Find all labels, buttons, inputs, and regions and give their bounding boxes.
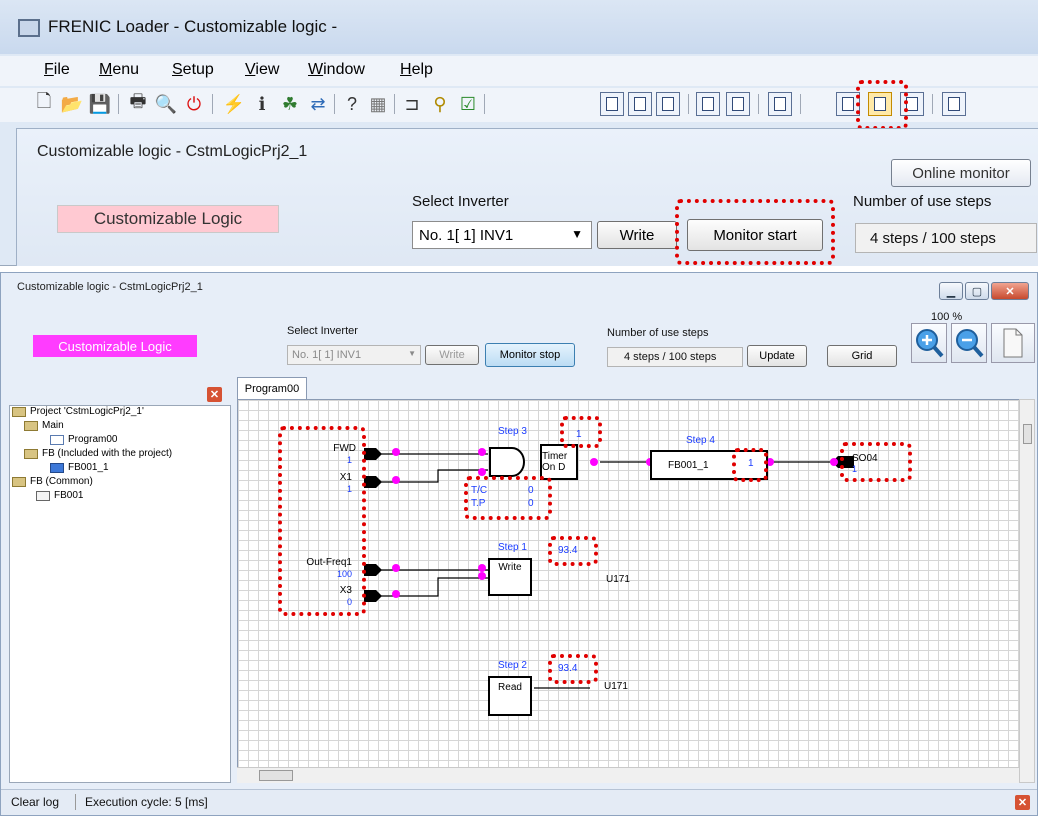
lightning-icon[interactable]: ⚡: [222, 92, 246, 116]
toolbar-separator: [118, 94, 119, 114]
status-bar: Clear log Execution cycle: 5 [ms] ✕: [1, 789, 1037, 815]
toolbar-separator: [758, 94, 759, 114]
customizable-logic-window: Customizable logic - CstmLogicPrj2_1 ▁ ▢…: [0, 272, 1038, 816]
grid-button[interactable]: Grid: [827, 345, 897, 367]
select-inverter-label: Select Inverter: [412, 193, 509, 210]
new-file-icon[interactable]: 🗋: [32, 91, 56, 116]
view-button-icon[interactable]: [628, 92, 652, 116]
menu-menu[interactable]: Menu: [99, 61, 139, 79]
maximize-button[interactable]: ▢: [965, 282, 989, 300]
dropdown-arrow-icon: ▼: [571, 227, 583, 241]
vertical-scrollbar[interactable]: [1019, 399, 1035, 783]
steps-value: 4 steps / 100 steps: [855, 223, 1037, 253]
child-window-zoom: Customizable logic - CstmLogicPrj2_1 Cus…: [16, 128, 1038, 266]
zoomed-app-view: FRENIC Loader - Customizable logic - Fil…: [0, 0, 1038, 266]
inverter-select[interactable]: No. 1[ 1] INV1 ▼: [287, 345, 421, 365]
window-title: Customizable logic - CstmLogicPrj2_1: [17, 281, 203, 293]
toolbar-separator: [800, 94, 801, 114]
status-close-icon[interactable]: ✕: [1015, 795, 1030, 810]
view-button-icon[interactable]: [656, 92, 680, 116]
scroll-thumb[interactable]: [1023, 424, 1032, 444]
app-title: FRENIC Loader - Customizable logic -: [48, 17, 338, 36]
signal-icon[interactable]: ⚲: [428, 92, 452, 116]
write-button[interactable]: Write: [425, 345, 479, 365]
communication-icon[interactable]: ☘: [278, 92, 302, 116]
wire-layer: [364, 447, 854, 689]
network-icon[interactable]: ⇄: [306, 92, 330, 116]
status-separator: [75, 794, 76, 810]
highlight-online-monitor: [856, 80, 908, 130]
power-icon[interactable]: ⏻: [182, 92, 206, 116]
highlight-monitor-start: [675, 199, 835, 265]
print-preview-icon[interactable]: 🔍: [154, 92, 178, 116]
inverter-select[interactable]: No. 1[ 1] INV1 ▼: [412, 221, 592, 249]
inverter-select-value: No. 1[ 1] INV1: [419, 226, 514, 244]
zoom-out-icon: [956, 329, 984, 358]
toolbar-separator: [688, 94, 689, 114]
steps-label: Number of use steps: [607, 327, 709, 339]
toolbar-separator: [334, 94, 335, 114]
upload-icon[interactable]: [726, 92, 750, 116]
zoom-in-button[interactable]: [911, 323, 947, 363]
close-button[interactable]: ✕: [991, 282, 1029, 300]
logic-diagram-canvas[interactable]: [237, 399, 1023, 783]
menu-window[interactable]: Window: [308, 61, 365, 79]
open-folder-icon[interactable]: 📂: [60, 92, 84, 116]
toolbar-separator: [212, 94, 213, 114]
execution-cycle: Execution cycle: 5 [ms]: [85, 795, 208, 809]
zoom-level: 100 %: [931, 311, 963, 323]
help-icon[interactable]: ?: [340, 92, 364, 116]
page-fit-button[interactable]: [991, 323, 1035, 363]
toolbar-separator: [394, 94, 395, 114]
customizable-logic-label: Customizable Logic: [33, 335, 197, 357]
steps-value: 4 steps / 100 steps: [607, 347, 743, 367]
child-window-title: Customizable logic - CstmLogicPrj2_1: [37, 143, 308, 160]
toolbar-separator: [484, 94, 485, 114]
app-titlebar: FRENIC Loader - Customizable logic -: [0, 0, 1038, 54]
menu-setup[interactable]: Setup: [172, 61, 214, 79]
zoom-out-button[interactable]: [951, 323, 987, 363]
save-icon[interactable]: 💾: [88, 92, 112, 116]
project-tree: [9, 405, 231, 783]
download-icon[interactable]: [696, 92, 720, 116]
inverter-select-value: No. 1[ 1] INV1: [292, 349, 362, 361]
zoom-in-icon: [916, 329, 944, 358]
menu-help[interactable]: Help: [400, 61, 433, 79]
clear-log-button[interactable]: Clear log: [11, 795, 59, 809]
monitor-stop-button[interactable]: Monitor stop: [485, 343, 575, 367]
menu-view[interactable]: View: [245, 61, 279, 79]
select-inverter-label: Select Inverter: [287, 325, 358, 337]
menu-file[interactable]: File: [44, 61, 70, 79]
steps-label: Number of use steps: [853, 193, 992, 210]
minimize-button[interactable]: ▁: [939, 282, 963, 300]
grid-icon[interactable]: ▦: [366, 92, 390, 116]
info-icon[interactable]: ℹ: [250, 92, 274, 116]
toolbar-separator: [932, 94, 933, 114]
tree-close-icon[interactable]: ✕: [207, 387, 222, 402]
check-icon[interactable]: ☑: [456, 92, 480, 116]
print-icon[interactable]: 🖶: [126, 91, 150, 116]
dropdown-arrow-icon: ▼: [408, 349, 416, 358]
scroll-thumb[interactable]: [259, 770, 293, 781]
horizontal-scrollbar[interactable]: [237, 767, 1019, 783]
logic-gate-icon[interactable]: ⊐: [400, 92, 424, 116]
compare-icon[interactable]: [768, 92, 792, 116]
page-icon: [1003, 328, 1023, 358]
settings-icon[interactable]: [942, 92, 966, 116]
app-icon: [18, 19, 40, 37]
tab-program00[interactable]: Program00: [237, 377, 307, 399]
customizable-logic-label: Customizable Logic: [57, 205, 279, 233]
write-button[interactable]: Write: [597, 221, 677, 249]
update-button[interactable]: Update: [747, 345, 807, 367]
online-monitor-tooltip: Online monitor: [891, 159, 1031, 187]
view-button-icon[interactable]: [600, 92, 624, 116]
